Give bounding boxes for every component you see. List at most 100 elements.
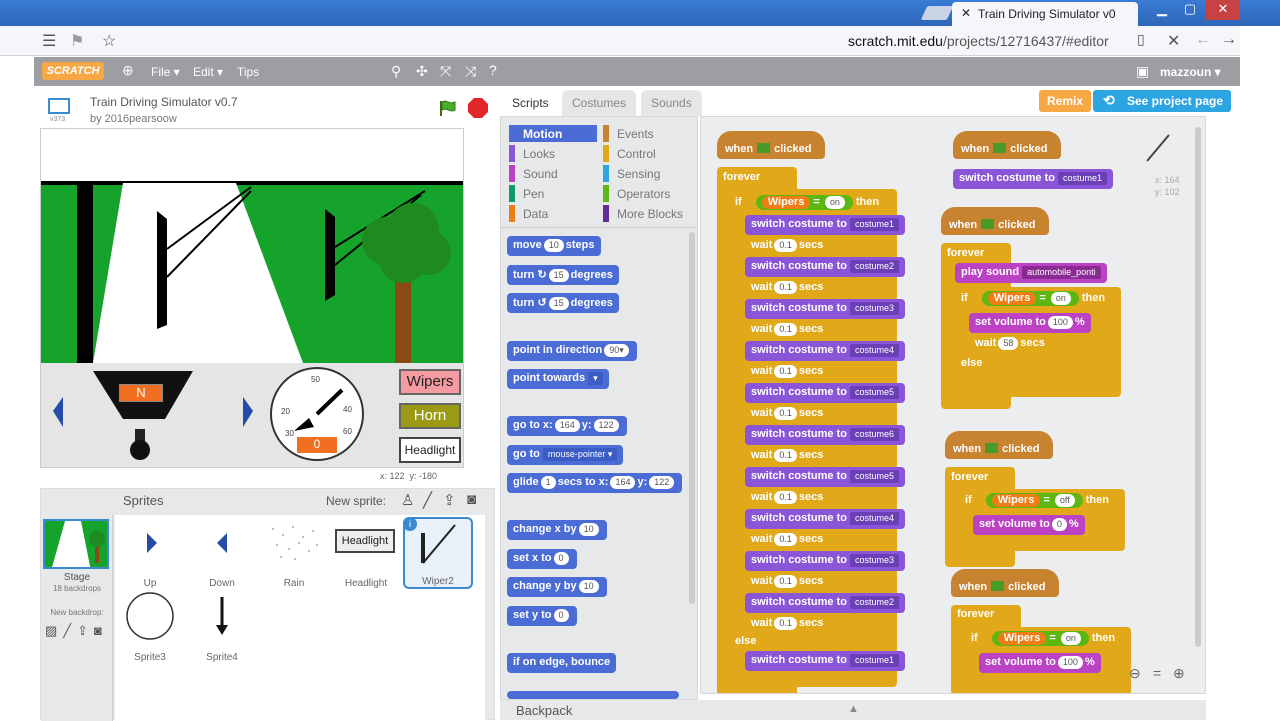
- cut-icon[interactable]: ✣: [416, 63, 428, 80]
- sprite-wiper2[interactable]: i Wiper2: [403, 517, 473, 589]
- block-switch-costume[interactable]: switch costume to costume1: [745, 651, 905, 671]
- block-switch-costume[interactable]: switch costume to costume5: [745, 383, 905, 403]
- project-title[interactable]: Train Driving Simulator v0.7: [90, 95, 238, 109]
- grow-icon[interactable]: ⤧: [440, 63, 451, 80]
- tab-scripts[interactable]: Scripts: [502, 90, 559, 116]
- category-data[interactable]: Data: [509, 205, 597, 222]
- hat-when-flag-clicked[interactable]: when clicked: [941, 207, 1049, 235]
- block-wait[interactable]: wait 0.1 secs: [745, 320, 830, 340]
- wipers-button[interactable]: Wipers: [399, 369, 461, 395]
- category-operators[interactable]: Operators: [603, 185, 691, 202]
- sprite-rain[interactable]: Rain: [259, 517, 329, 589]
- block-partial[interactable]: [507, 691, 679, 699]
- tips-menu[interactable]: Tips: [237, 65, 259, 79]
- category-motion[interactable]: Motion: [509, 125, 597, 142]
- block-bounce[interactable]: if on edge, bounce: [507, 653, 617, 673]
- forward-icon[interactable]: →: [1221, 31, 1237, 49]
- stage-thumbnail[interactable]: [43, 519, 109, 569]
- backpack[interactable]: Backpack ▲: [500, 700, 1206, 720]
- sprite-headlight[interactable]: Headlight Headlight: [331, 517, 401, 589]
- block-move[interactable]: move 10 steps: [507, 236, 601, 256]
- camera-icon[interactable]: ◙: [467, 491, 476, 508]
- block-glide[interactable]: glide 1 secs to x: 164 y: 122: [507, 473, 683, 493]
- backdrop-tools[interactable]: ▨╱⇪◙: [45, 623, 108, 639]
- new-tab-button[interactable]: [920, 6, 954, 20]
- block-wait[interactable]: wait 0.1 secs: [745, 404, 830, 424]
- url-field[interactable]: scratch.mit.edu/projects/12716437/#edito…: [848, 33, 1109, 49]
- browser-tab[interactable]: ✕ Train Driving Simulator v0: [952, 2, 1138, 26]
- category-control[interactable]: Control: [603, 145, 691, 162]
- help-icon[interactable]: ?: [489, 62, 497, 78]
- category-events[interactable]: Events: [603, 125, 691, 142]
- user-menu[interactable]: mazzoun ▾: [1160, 65, 1221, 79]
- block-play-sound[interactable]: play sound automobile_ponti: [955, 263, 1107, 283]
- block-turn-right[interactable]: turn ↻ 15 degrees: [507, 265, 619, 285]
- shrink-icon[interactable]: ⤨: [465, 63, 476, 80]
- globe-icon[interactable]: ⊕: [122, 62, 134, 79]
- duplicate-icon[interactable]: ⚲: [391, 63, 401, 80]
- block-wait[interactable]: wait 0.1 secs: [745, 236, 830, 256]
- zoom-in-icon[interactable]: ⊕: [1173, 665, 1185, 682]
- category-pen[interactable]: Pen: [509, 185, 597, 202]
- block-set-x[interactable]: set x to 0: [507, 549, 577, 569]
- block-wait[interactable]: wait 0.1 secs: [745, 530, 830, 550]
- hat-when-flag-clicked[interactable]: when clicked: [717, 131, 825, 159]
- block-switch-costume[interactable]: switch costume to costume6: [745, 425, 905, 445]
- scratch-logo[interactable]: SCRATCH: [42, 62, 104, 80]
- block-switch-costume[interactable]: switch costume to costume2: [745, 257, 905, 277]
- category-more-blocks[interactable]: More Blocks: [603, 205, 691, 222]
- see-project-page-button[interactable]: ⟲ See project page: [1093, 90, 1232, 112]
- green-flag-icon[interactable]: [438, 99, 456, 117]
- stop-icon[interactable]: ✕: [1167, 31, 1180, 51]
- hat-when-flag-clicked[interactable]: when clicked: [945, 431, 1053, 459]
- block-wait[interactable]: wait 0.1 secs: [745, 488, 830, 508]
- expand-icon[interactable]: ▲: [848, 703, 859, 715]
- block-point-direction[interactable]: point in direction 90▾: [507, 341, 637, 361]
- category-sound[interactable]: Sound: [509, 165, 597, 182]
- block-wait[interactable]: wait 0.1 secs: [745, 614, 830, 634]
- paint-icon[interactable]: ╱: [423, 491, 432, 509]
- back-icon[interactable]: ←: [1195, 31, 1211, 49]
- category-sensing[interactable]: Sensing: [603, 165, 691, 182]
- close-window-icon[interactable]: ✕: [1206, 0, 1240, 20]
- zoom-out-icon[interactable]: ⊖: [1129, 665, 1141, 682]
- block-go-to[interactable]: go to mouse-pointer ▾: [507, 445, 624, 465]
- tab-costumes[interactable]: Costumes: [562, 90, 637, 116]
- block-wait[interactable]: wait 0.1 secs: [745, 278, 830, 298]
- stop-sign-icon[interactable]: [468, 98, 488, 118]
- block-switch-costume[interactable]: switch costume to costume2: [745, 593, 905, 613]
- block-switch-costume[interactable]: switch costume to costume5: [745, 467, 905, 487]
- remix-button[interactable]: Remix: [1039, 90, 1092, 112]
- maximize-icon[interactable]: ▢: [1176, 0, 1204, 20]
- hat-when-flag-clicked[interactable]: when clicked: [951, 569, 1059, 597]
- extension-icon[interactable]: ⚑: [70, 31, 84, 51]
- block-switch-costume[interactable]: switch costume to costume3: [745, 551, 905, 571]
- block-change-y[interactable]: change y by 10: [507, 577, 607, 597]
- block-switch-costume[interactable]: switch costume to costume3: [745, 299, 905, 319]
- file-menu[interactable]: File ▾: [151, 65, 180, 79]
- sprite-library-icon[interactable]: ♙: [401, 491, 414, 509]
- sprite-sprite4[interactable]: Sprite4: [187, 591, 257, 663]
- block-go-to-xy[interactable]: go to x: 164 y: 122: [507, 416, 627, 436]
- block-switch-costume[interactable]: switch costume to costume1: [953, 169, 1113, 189]
- minimize-icon[interactable]: ▁: [1148, 0, 1176, 20]
- block-switch-costume[interactable]: switch costume to costume4: [745, 509, 905, 529]
- block-set-volume[interactable]: set volume to 100%: [969, 313, 1091, 333]
- block-switch-costume[interactable]: switch costume to costume4: [745, 341, 905, 361]
- block-wait[interactable]: wait 58 secs: [969, 334, 1051, 354]
- horn-button[interactable]: Horn: [399, 403, 461, 429]
- upload-icon[interactable]: ⇪: [443, 491, 456, 509]
- close-tab-icon[interactable]: ✕: [961, 6, 971, 20]
- menu-icon[interactable]: ☰: [42, 31, 56, 51]
- stage-canvas[interactable]: N 0 50 40 60 20 30 Wipers Horn Headlight: [40, 128, 464, 468]
- block-set-volume[interactable]: set volume to 0%: [973, 515, 1085, 535]
- headlight-button[interactable]: Headlight: [399, 437, 461, 463]
- zoom-reset-icon[interactable]: =: [1153, 665, 1161, 681]
- script-scrollbar[interactable]: [1195, 127, 1201, 647]
- hat-when-flag-clicked[interactable]: when clicked: [953, 131, 1061, 159]
- script-area[interactable]: when clicked forever if Wipers = on then sw…: [700, 116, 1206, 694]
- info-icon[interactable]: i: [403, 517, 417, 531]
- block-switch-costume[interactable]: switch costume to costume1: [745, 215, 905, 235]
- edit-menu[interactable]: Edit ▾: [193, 65, 223, 79]
- block-set-volume[interactable]: set volume to 100%: [979, 653, 1101, 673]
